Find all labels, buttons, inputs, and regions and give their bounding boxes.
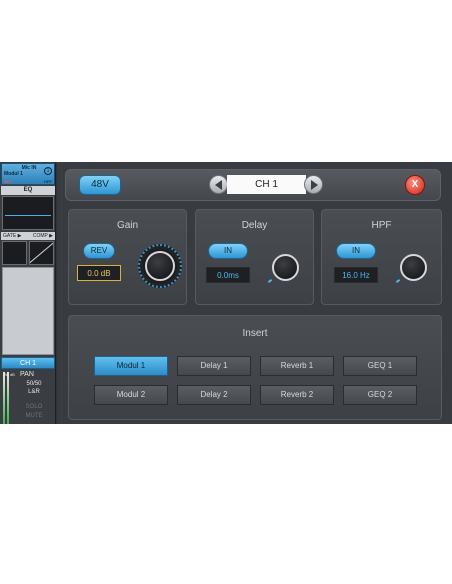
level-meter-right — [7, 372, 9, 424]
delay-panel: Delay IN 0.0ms — [195, 209, 314, 305]
insert-modul-2-button[interactable]: Modul 2 — [94, 385, 168, 405]
insert-panel: Insert Modul 1 Delay 1 Reverb 1 GEQ 1 Mo… — [68, 315, 442, 420]
insert-modul-1-button[interactable]: Modul 1 — [94, 356, 168, 376]
hpf-knob[interactable] — [400, 254, 427, 281]
mixer-screen: Mic IN Modul 1 1 48V HPF EQ GATE ▶ COMP … — [0, 162, 452, 424]
module-label: Modul 1 — [4, 171, 23, 177]
delay-knob-indicator — [267, 279, 273, 283]
input-source-header[interactable]: Mic IN Modul 1 1 48V HPF — [1, 163, 55, 185]
insert-geq-2-button[interactable]: GEQ 2 — [343, 385, 417, 405]
gate-label: GATE ▶ — [3, 233, 22, 239]
delay-value[interactable]: 0.0ms — [206, 267, 250, 283]
hpf-in-button[interactable]: IN — [336, 243, 376, 259]
hpf-knob-indicator — [395, 279, 401, 283]
chevron-right-icon — [311, 180, 318, 190]
delay-title: Delay — [241, 220, 268, 231]
pan-value[interactable]: 50/50 — [18, 381, 50, 387]
gain-value[interactable]: 0.0 dB — [77, 265, 121, 281]
next-channel-button[interactable] — [304, 175, 323, 194]
channel-label[interactable]: CH 1 — [1, 357, 55, 369]
channel-badge: 1 — [44, 167, 52, 175]
top-bar: 48V CH 1 X — [65, 169, 441, 201]
insert-geq-1-button[interactable]: GEQ 1 — [343, 356, 417, 376]
mute-button[interactable]: MUTE — [16, 413, 52, 419]
insert-title: Insert — [242, 328, 268, 339]
comp-curve — [30, 242, 53, 264]
phantom-power-button[interactable]: 48V — [79, 175, 121, 195]
insert-reverb-2-button[interactable]: Reverb 2 — [260, 385, 334, 405]
prev-channel-button[interactable] — [209, 175, 228, 194]
gain-knob[interactable] — [145, 251, 175, 281]
gain-title: Gain — [116, 220, 139, 231]
insert-delay-2-button[interactable]: Delay 2 — [177, 385, 251, 405]
channel-strip: Mic IN Modul 1 1 48V HPF EQ GATE ▶ COMP … — [0, 162, 56, 424]
hpf-title: HPF — [371, 220, 392, 231]
bus-label[interactable]: L&R — [18, 389, 50, 395]
solo-button[interactable]: SOLO — [16, 404, 52, 410]
gate-comp-label-bar: GATE ▶ COMP ▶ — [1, 232, 55, 240]
fader-area[interactable] — [2, 267, 54, 355]
hpf-tag: HPF — [44, 179, 52, 184]
insert-reverb-1-button[interactable]: Reverb 1 — [260, 356, 334, 376]
main-panel: 48V CH 1 X Gain REV 0.0 dB Delay IN 0.0m… — [57, 162, 452, 424]
hpf-value[interactable]: 16.0 Hz — [334, 267, 378, 283]
delay-in-button[interactable]: IN — [208, 243, 248, 259]
eq-curve — [5, 215, 51, 216]
level-meter-left — [3, 372, 5, 424]
chevron-left-icon — [215, 180, 222, 190]
eq-label: EQ — [1, 186, 55, 195]
delay-knob[interactable] — [272, 254, 299, 281]
hpf-panel: HPF IN 16.0 Hz — [321, 209, 442, 305]
polarity-reverse-button[interactable]: REV — [83, 243, 115, 259]
db-label: -80 dB — [3, 372, 15, 377]
close-button[interactable]: X — [405, 175, 425, 195]
phantom-tag: 48V — [4, 179, 12, 184]
eq-preview[interactable] — [2, 196, 54, 230]
gate-preview[interactable] — [2, 241, 27, 265]
gain-panel: Gain REV 0.0 dB — [68, 209, 187, 305]
pan-label: PAN — [20, 371, 34, 378]
channel-title: CH 1 — [227, 175, 306, 194]
comp-preview[interactable] — [29, 241, 54, 265]
insert-delay-1-button[interactable]: Delay 1 — [177, 356, 251, 376]
comp-label: COMP ▶ — [32, 233, 53, 239]
